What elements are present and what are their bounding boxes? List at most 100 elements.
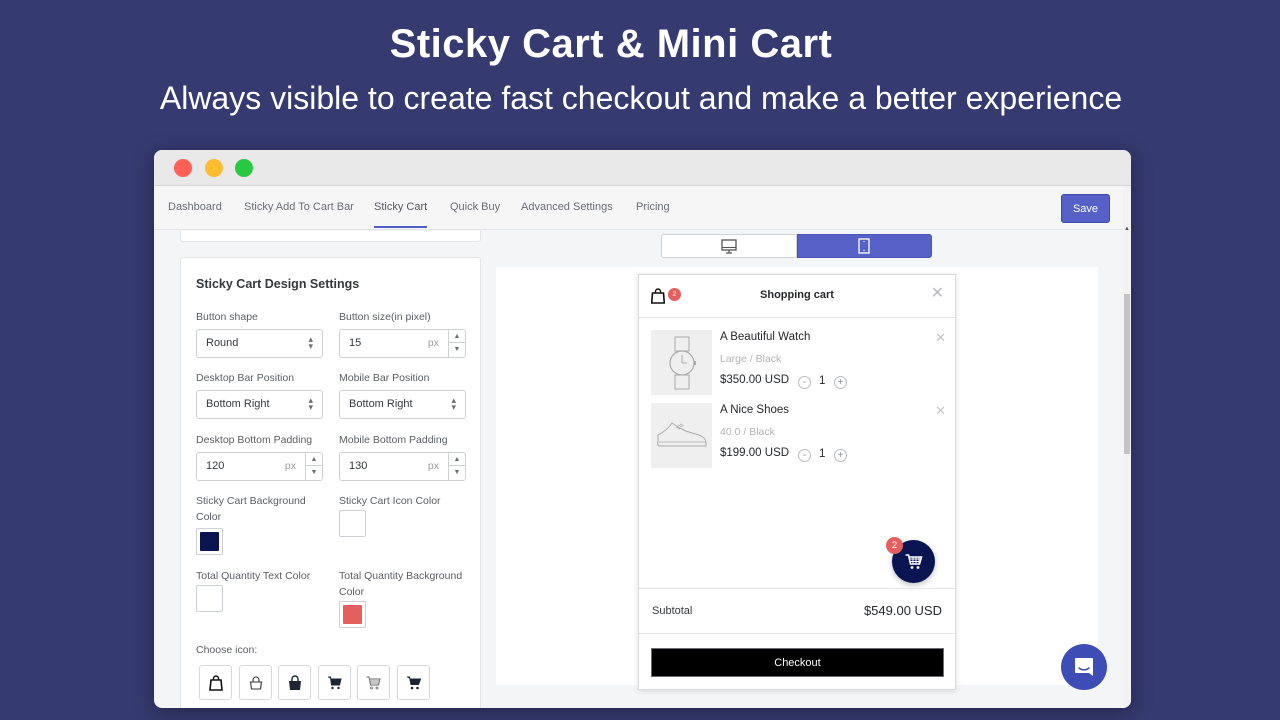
increment-icon[interactable]: ▲ xyxy=(306,453,322,466)
window-titlebar xyxy=(154,150,1131,186)
desktop-bar-position-select[interactable]: Bottom Right ▴ ▾ xyxy=(196,390,323,419)
mobile-bottom-padding-unit: px xyxy=(427,460,439,472)
mobile-padding-stepper[interactable]: ▲ ▼ xyxy=(448,453,465,480)
item-price: $199.00 USD xyxy=(720,447,790,459)
icon-option-bag-outline[interactable] xyxy=(199,665,232,700)
mobile-bar-position-value: Bottom Right xyxy=(349,398,413,410)
icon-option-cart-outline[interactable] xyxy=(357,665,390,700)
button-shape-value: Round xyxy=(206,337,239,349)
qty-bg-color-fill xyxy=(343,605,362,624)
mobile-bottom-padding-input[interactable]: 130 px ▲ ▼ xyxy=(339,452,466,481)
button-shape-select[interactable]: Round ▴ ▾ xyxy=(196,329,323,358)
increment-icon[interactable]: ▲ xyxy=(449,330,465,343)
item-name[interactable]: A Beautiful Watch xyxy=(720,331,810,343)
tab-advanced-settings[interactable]: Advanced Settings xyxy=(521,201,613,213)
cart-outline-icon xyxy=(366,676,381,689)
qty-text-color-fill xyxy=(200,589,219,608)
cart-solid-icon xyxy=(406,676,421,689)
chat-launcher-button[interactable] xyxy=(1061,644,1107,690)
mini-cart-title: Shopping cart xyxy=(760,289,834,301)
checkout-button[interactable]: Checkout xyxy=(651,648,944,677)
button-size-input[interactable]: 15 px ▲ ▼ xyxy=(339,329,466,358)
app-window: Dashboard Sticky Add To Cart Bar Sticky … xyxy=(154,150,1131,708)
icon-option-bag-filled[interactable] xyxy=(278,665,311,700)
sticky-cart-count-badge: 2 xyxy=(886,537,903,554)
choose-icon-label: Choose icon: xyxy=(196,644,258,656)
hero-subtitle: Always visible to create fast checkout a… xyxy=(159,80,1123,116)
increment-icon[interactable]: ▲ xyxy=(449,453,465,466)
tab-quick-buy[interactable]: Quick Buy xyxy=(450,201,500,213)
increase-qty-button[interactable]: + xyxy=(834,376,847,389)
product-image-shoe xyxy=(651,403,712,468)
icon-option-cart-filled[interactable] xyxy=(318,665,351,700)
remove-item-icon[interactable]: ✕ xyxy=(935,330,946,346)
desktop-padding-stepper[interactable]: ▲ ▼ xyxy=(305,453,322,480)
qty-bg-color-swatch[interactable] xyxy=(339,601,366,628)
background-color-swatch[interactable] xyxy=(196,528,223,555)
mobile-bottom-padding-value: 130 xyxy=(349,460,368,472)
select-arrows-icon: ▴ ▾ xyxy=(308,334,313,351)
item-variant: Large / Black xyxy=(720,353,782,365)
bag-outline-icon xyxy=(208,674,223,691)
item-name[interactable]: A Nice Shoes xyxy=(720,404,789,416)
mobile-preview-button[interactable] xyxy=(796,234,932,258)
settings-title: Sticky Cart Design Settings xyxy=(196,277,360,291)
close-window-button[interactable] xyxy=(174,159,192,177)
desktop-bottom-padding-label: Desktop Bottom Padding xyxy=(196,434,313,446)
hero-title: Sticky Cart & Mini Cart xyxy=(389,22,833,66)
decrement-icon[interactable]: ▼ xyxy=(449,343,465,356)
top-nav: Dashboard Sticky Add To Cart Bar Sticky … xyxy=(154,186,1131,230)
tab-pricing[interactable]: Pricing xyxy=(636,201,670,213)
decrement-icon[interactable]: ▼ xyxy=(306,466,322,479)
subtotal-value: $549.00 USD xyxy=(863,603,942,618)
previous-card xyxy=(180,231,481,242)
desktop-bottom-padding-unit: px xyxy=(284,460,296,472)
mini-cart-header: 2 Shopping cart ✕ xyxy=(639,275,955,318)
shoe-icon xyxy=(656,421,706,446)
mobile-bar-position-select[interactable]: Bottom Right ▴ ▾ xyxy=(339,390,466,419)
device-toggle xyxy=(661,234,932,258)
increase-qty-button[interactable]: + xyxy=(834,449,847,462)
button-size-value: 15 xyxy=(349,337,362,349)
remove-item-icon[interactable]: ✕ xyxy=(935,403,946,419)
mobile-bottom-padding-label: Mobile Bottom Padding xyxy=(339,434,448,446)
icon-color-fill xyxy=(343,514,362,533)
item-qty: 1 xyxy=(819,448,826,460)
save-button[interactable]: Save xyxy=(1061,194,1110,223)
item-qty: 1 xyxy=(819,375,826,387)
scrollbar-thumb[interactable] xyxy=(1124,294,1130,454)
tab-dashboard[interactable]: Dashboard xyxy=(168,201,222,213)
button-size-unit: px xyxy=(427,337,439,349)
tab-sticky-cart[interactable]: Sticky Cart xyxy=(374,201,428,228)
icon-option-cart-solid[interactable] xyxy=(397,665,430,700)
button-size-label: Button size(in pixel) xyxy=(339,311,431,323)
close-icon[interactable]: ✕ xyxy=(931,286,944,302)
product-image-watch xyxy=(651,330,712,395)
decrease-qty-button[interactable]: - xyxy=(798,449,811,462)
desktop-bottom-padding-input[interactable]: 120 px ▲ ▼ xyxy=(196,452,323,481)
decrement-icon[interactable]: ▼ xyxy=(449,466,465,479)
icon-color-swatch[interactable] xyxy=(339,510,366,537)
desktop-icon xyxy=(721,238,737,254)
decrease-qty-button[interactable]: - xyxy=(798,376,811,389)
background-color-label: Sticky Cart Background Color xyxy=(196,493,306,525)
scrollbar[interactable]: ▲ xyxy=(1123,186,1131,708)
mobile-icon xyxy=(858,238,870,254)
button-size-stepper[interactable]: ▲ ▼ xyxy=(448,330,465,357)
qty-text-color-swatch[interactable] xyxy=(196,585,223,612)
icon-color-label: Sticky Cart Icon Color xyxy=(339,495,441,507)
sticky-cart-design-settings: Sticky Cart Design Settings Button shape… xyxy=(180,257,481,708)
bag-filled-icon xyxy=(288,675,301,690)
tab-sticky-add-to-cart-bar[interactable]: Sticky Add To Cart Bar xyxy=(244,201,354,213)
watch-icon xyxy=(668,336,696,389)
icon-option-bag-light[interactable] xyxy=(239,665,272,700)
mobile-bar-position-label: Mobile Bar Position xyxy=(339,372,430,384)
scroll-up-icon[interactable]: ▲ xyxy=(1124,226,1130,232)
desktop-preview-button[interactable] xyxy=(661,234,797,258)
minimize-window-button[interactable] xyxy=(205,159,223,177)
button-shape-label: Button shape xyxy=(196,311,258,323)
item-variant: 40.0 / Black xyxy=(720,426,775,438)
desktop-bar-position-label: Desktop Bar Position xyxy=(196,372,295,384)
maximize-window-button[interactable] xyxy=(235,159,253,177)
bag-light-icon xyxy=(249,676,262,690)
